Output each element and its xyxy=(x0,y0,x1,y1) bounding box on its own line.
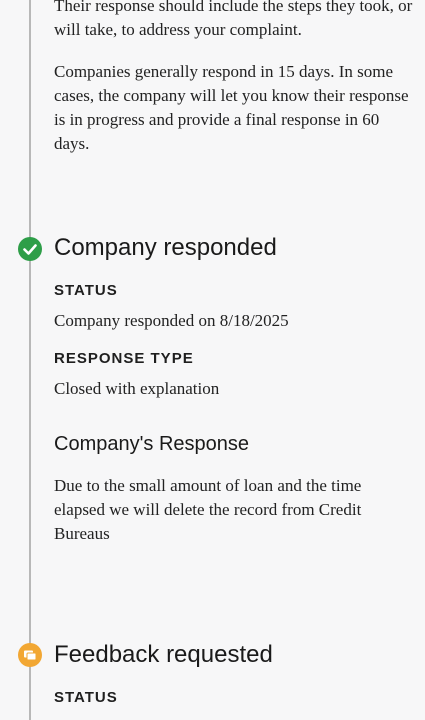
response-type-label: RESPONSE TYPE xyxy=(54,350,194,367)
company-response-heading: Company's Response xyxy=(54,433,250,455)
step-title-company-responded: Company responded xyxy=(54,234,277,261)
company-response-text: Due to the small amount of loan and the … xyxy=(54,476,362,543)
feedback-status-label: STATUS xyxy=(54,689,118,706)
status-value: Company responded on 8/18/2025 xyxy=(54,311,289,330)
response-type-value: Closed with explanation xyxy=(54,379,220,398)
feedback-icon xyxy=(18,643,42,667)
intro-paragraph-1: Their response should include the steps … xyxy=(54,0,413,39)
timeline-line xyxy=(29,0,31,720)
intro-paragraph-2: Companies generally respond in 15 days. … xyxy=(54,62,409,153)
status-label: STATUS xyxy=(54,282,118,299)
step-title-feedback-requested: Feedback requested xyxy=(54,641,273,668)
check-icon xyxy=(18,237,42,261)
